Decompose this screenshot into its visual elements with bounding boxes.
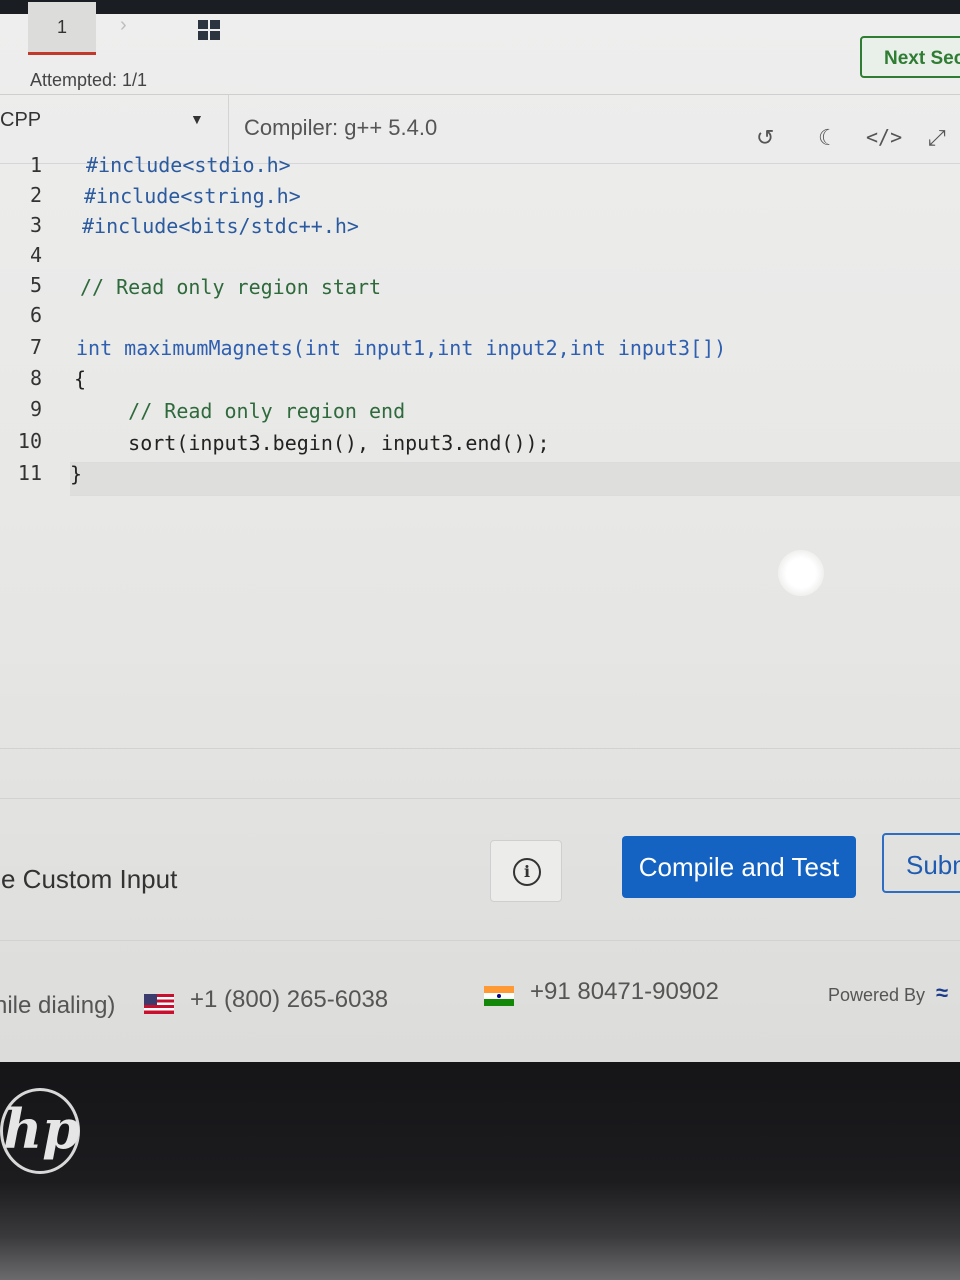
- code-line: }: [70, 462, 83, 486]
- line-number: 10: [17, 429, 42, 453]
- section-divider: [0, 798, 960, 799]
- line-number: 5: [29, 273, 42, 297]
- window-top-edge: [0, 0, 960, 14]
- code-editor[interactable]: 1 2 3 4 5 6 7 8 9 10 11 #include<stdio.h…: [0, 148, 960, 498]
- code-line: sort(input3.begin(), input3.end());: [80, 431, 550, 455]
- line-number: 11: [17, 461, 42, 485]
- submit-button[interactable]: Subm: [882, 833, 960, 893]
- caret-down-icon[interactable]: ▼: [190, 111, 204, 127]
- attempted-status: Attempted: 1/1: [30, 70, 148, 90]
- code-line: {: [74, 367, 87, 391]
- line-number: 8: [29, 366, 42, 390]
- line-number: 7: [29, 335, 42, 359]
- language-select[interactable]: CPP: [0, 109, 41, 132]
- code-line: #include<bits/stdc++.h>: [82, 214, 359, 238]
- screen-glare: [778, 550, 824, 596]
- code-line: // Read only region end: [80, 399, 406, 423]
- line-number: 3: [29, 213, 42, 237]
- app-screen: 1 › Attempted: 1/1 Next Sec CPP ▼ Compil…: [0, 0, 960, 1062]
- compile-and-test-button[interactable]: Compile and Test: [622, 836, 856, 898]
- info-icon: i: [513, 858, 541, 886]
- line-number: 6: [29, 303, 42, 327]
- section-divider: [0, 748, 960, 749]
- brand-logo-icon: ≈: [936, 980, 949, 1005]
- next-section-button[interactable]: Next Sec: [860, 36, 960, 78]
- chevron-right-icon[interactable]: ›: [120, 14, 127, 37]
- info-button[interactable]: i: [490, 840, 562, 902]
- code-line: int maximumMagnets(int input1,int input2…: [76, 336, 727, 360]
- us-phone-number: +1 (800) 265-6038: [190, 986, 389, 1013]
- hp-logo: hp: [0, 1088, 80, 1174]
- footer-divider: [0, 940, 960, 941]
- india-flag-icon: [484, 986, 514, 1006]
- code-line: #include<stdio.h>: [86, 153, 291, 177]
- line-number: 2: [29, 183, 42, 207]
- line-number: 9: [29, 397, 42, 421]
- laptop-bezel: [0, 1062, 960, 1280]
- us-flag-icon: [144, 994, 174, 1014]
- code-line: #include<string.h>: [84, 184, 301, 208]
- dialing-note: hile dialing): [0, 992, 116, 1019]
- powered-by-label: Powered By: [828, 985, 926, 1005]
- grid-icon[interactable]: [198, 20, 220, 42]
- india-phone-number: +91 80471-90902: [530, 978, 719, 1005]
- code-line: // Read only region start: [80, 275, 382, 299]
- line-number: 1: [29, 153, 42, 177]
- line-number: 4: [29, 243, 42, 267]
- custom-input-toggle[interactable]: se Custom Input: [0, 864, 177, 895]
- compiler-label: Compiler: g++ 5.4.0: [244, 115, 438, 140]
- question-tab[interactable]: 1: [28, 2, 96, 55]
- code-icon[interactable]: </>: [866, 125, 902, 149]
